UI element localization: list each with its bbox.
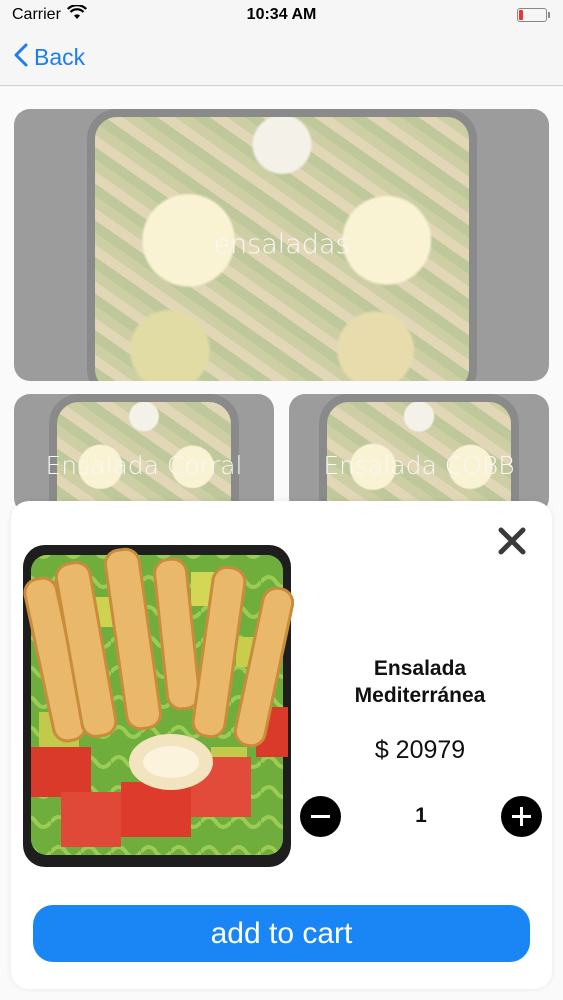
plus-glyph-vertical: [520, 806, 523, 826]
minus-glyph: [311, 814, 330, 818]
product-price: $ 20979: [374, 736, 466, 764]
back-button[interactable]: Back: [14, 43, 85, 73]
status-left: Carrier: [12, 4, 87, 25]
close-icon: [496, 527, 528, 561]
close-button[interactable]: [496, 525, 528, 557]
add-to-cart-button[interactable]: add to cart: [33, 905, 530, 962]
quantity-value: 1: [415, 804, 427, 827]
product-image: [21, 537, 294, 873]
battery-level: [519, 10, 523, 20]
back-label: Back: [34, 44, 86, 70]
increase-quantity-button[interactable]: [501, 795, 542, 837]
battery-icon: [517, 8, 550, 22]
decrease-quantity-button[interactable]: [300, 795, 341, 837]
quantity-stepper: 1: [300, 795, 542, 837]
chevron-left-icon: [14, 43, 28, 73]
navigation-bar: Back: [0, 30, 563, 86]
status-bar: Carrier 10:34 AM: [0, 0, 563, 30]
carrier-label: Carrier: [12, 6, 61, 23]
wifi-icon: [66, 4, 87, 25]
product-modal: Ensalada Mediterránea $ 20979 1 add to c…: [11, 501, 552, 989]
product-name: Ensalada Mediterránea: [354, 657, 486, 707]
